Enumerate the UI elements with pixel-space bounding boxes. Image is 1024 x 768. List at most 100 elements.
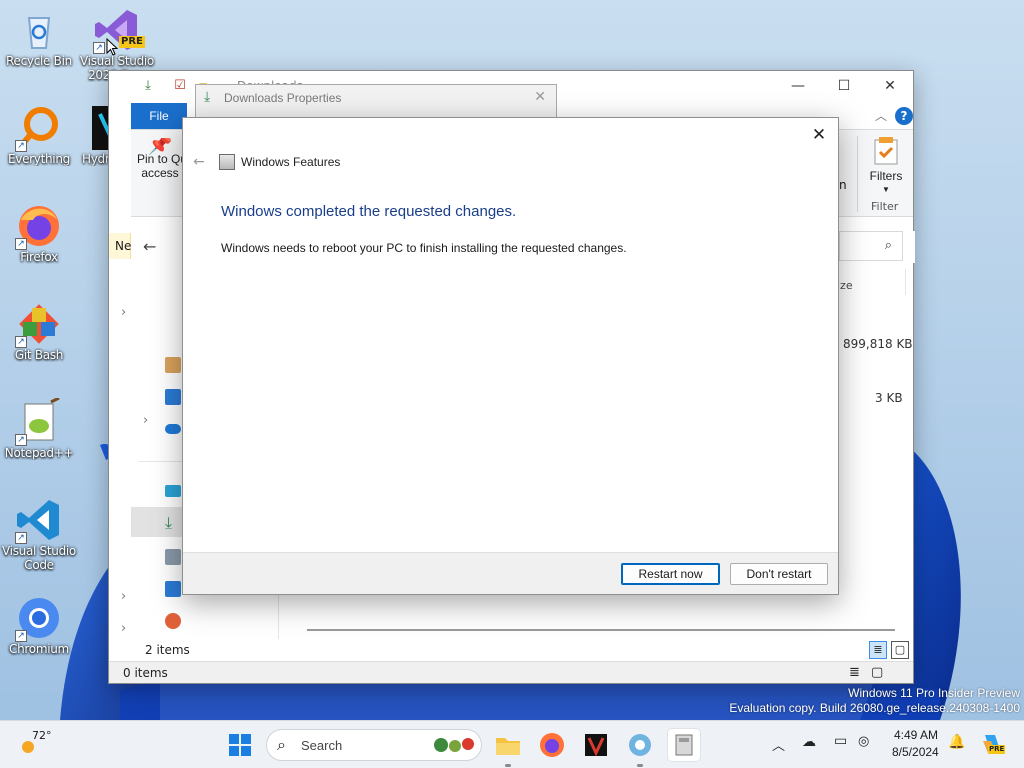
pin-to-quick-access-button[interactable]: 📌 Pin to Qu access — [137, 138, 183, 180]
gallery-icon[interactable] — [165, 389, 181, 405]
vscode-icon: ↗ — [15, 496, 63, 544]
desktop-icon-git-bash[interactable]: ↗ Git Bash — [0, 300, 78, 362]
shortcut-arrow-icon: ↗ — [15, 336, 27, 348]
taskbar: 72° ⌕ Search ︿ ☁ ▭ ◎ 4:49 AM 8/5/2024 🔔 … — [0, 720, 1024, 768]
taskbar-firefox[interactable] — [536, 729, 568, 761]
chevron-right-icon[interactable]: › — [121, 305, 126, 320]
desktop-icon-vscode[interactable]: ↗ Visual Studio Code — [0, 496, 78, 572]
chevron-right-icon[interactable]: › — [121, 621, 126, 636]
search-placeholder: Search — [301, 738, 343, 753]
size-column-header[interactable]: ize — [837, 279, 853, 292]
outer-status-bar: 0 items ≣ ▢ — [109, 661, 913, 683]
close-icon[interactable]: ✕ — [534, 89, 546, 105]
desktop-folder-icon[interactable] — [165, 485, 181, 497]
search-icon: ⌕ — [277, 735, 286, 754]
firefox-icon — [540, 733, 564, 757]
git-bash-icon: ↗ — [15, 300, 63, 348]
file-explorer-icon — [496, 738, 520, 755]
desktop-icon-notepad-plus-plus[interactable]: ↗ Notepad++ — [0, 396, 78, 460]
pin-icon: 📌 — [147, 138, 173, 156]
item-count: 2 items — [145, 643, 190, 657]
desktop-icon-label: Hydr — [82, 152, 108, 166]
desktop-icon-firefox[interactable]: ↗ Firefox — [0, 202, 78, 264]
home-icon[interactable] — [165, 357, 181, 373]
back-arrow-icon[interactable]: ← — [143, 237, 156, 256]
clock-date[interactable]: 8/5/2024 — [892, 745, 939, 759]
documents-icon[interactable] — [165, 549, 181, 565]
dont-restart-button[interactable]: Don't restart — [730, 563, 828, 585]
taskbar-search-box[interactable]: ⌕ Search — [266, 729, 482, 761]
taskbar-hydra[interactable] — [580, 729, 612, 761]
control-panel-icon — [629, 734, 651, 756]
network-icon[interactable]: ◎ — [858, 734, 869, 749]
item-count: 0 items — [123, 666, 168, 680]
horizontal-scrollbar[interactable] — [307, 629, 895, 631]
copilot-preview-badge: PRE — [988, 745, 1006, 754]
hydra-icon — [90, 104, 108, 152]
desktop-icon-label: Firefox — [20, 250, 58, 264]
start-button[interactable] — [224, 729, 256, 761]
taskbar-windows-features[interactable] — [668, 729, 700, 761]
properties-check-icon[interactable]: ☑ — [171, 77, 189, 95]
chevron-right-icon[interactable]: › — [143, 413, 148, 428]
copilot-button[interactable]: PRE — [980, 731, 1006, 757]
mouse-cursor-icon — [106, 38, 118, 56]
completion-heading: Windows completed the requested changes. — [221, 203, 517, 220]
onedrive-icon[interactable] — [165, 424, 181, 434]
download-icon[interactable]: ⤓ — [139, 77, 157, 95]
details-view-icon[interactable]: ≣ — [849, 662, 860, 684]
shortcut-arrow-icon: ↗ — [15, 532, 27, 544]
desktop-icon-label: Recycle Bin — [6, 54, 72, 68]
dialog-title: Windows Features — [241, 155, 341, 169]
desktop-icon-label: Chromium — [9, 642, 69, 656]
shortcut-arrow-icon: ↗ — [15, 630, 27, 642]
minimize-button[interactable]: — — [775, 71, 821, 101]
weather-temperature: 72° — [32, 729, 52, 742]
details-view-button[interactable]: ≣ — [869, 641, 887, 659]
clock-time[interactable]: 4:49 AM — [894, 728, 938, 742]
shortcut-arrow-icon: ↗ — [15, 238, 27, 250]
show-hidden-icons-chevron-icon[interactable]: ︿ — [772, 735, 785, 754]
properties-title: Downloads Properties — [224, 91, 342, 105]
dialog-footer: Restart now Don't restart — [183, 552, 838, 594]
back-arrow-icon[interactable]: ← — [191, 154, 207, 170]
desktop-icon-label: Visual Studio Code — [2, 544, 76, 572]
dropdown-caret-icon: ▼ — [882, 185, 890, 194]
taskbar-control-panel[interactable] — [624, 729, 656, 767]
display-icon[interactable]: ▭ — [834, 733, 847, 749]
chromium-icon: ↗ — [15, 594, 63, 642]
desktop-icon-label: Everything — [8, 152, 70, 166]
shortcut-arrow-icon: ↗ — [15, 434, 27, 446]
address-partial: Ne — [109, 233, 131, 259]
close-button[interactable]: ✕ — [806, 122, 832, 148]
search-box[interactable]: ⌕ — [839, 231, 903, 261]
desktop-icon-chromium[interactable]: ↗ Chromium — [0, 594, 78, 656]
file-size-cell: 3 KB — [875, 391, 903, 405]
large-icons-view-icon[interactable]: ▢ — [871, 662, 883, 684]
collapse-ribbon-icon[interactable]: ︿ — [875, 107, 887, 124]
filters-button[interactable]: Filters ▼ — [863, 136, 909, 197]
taskbar-file-explorer[interactable] — [492, 729, 524, 767]
desktop-icon-hydra[interactable]: Hydr — [78, 104, 108, 166]
desktop-icon-recycle-bin[interactable]: Recycle Bin — [0, 6, 78, 68]
everything-search-icon: ↗ — [15, 104, 63, 152]
search-highlight-icon — [434, 738, 474, 752]
onedrive-sync-icon[interactable]: ☁ — [802, 734, 816, 750]
file-tab[interactable]: File — [131, 103, 187, 129]
music-icon[interactable] — [165, 613, 181, 629]
pictures-icon[interactable] — [165, 581, 181, 597]
desktop-icon-everything[interactable]: ↗ Everything — [0, 104, 78, 166]
help-icon[interactable]: ? — [895, 107, 913, 125]
large-icons-view-button[interactable]: ▢ — [891, 641, 909, 659]
hydra-icon — [585, 734, 607, 757]
restart-now-button[interactable]: Restart now — [621, 563, 720, 585]
search-icon: ⌕ — [884, 238, 892, 253]
filter-group-label: Filter — [871, 200, 899, 213]
chevron-right-icon[interactable]: › — [121, 589, 126, 604]
weather-widget[interactable]: 72° — [14, 727, 64, 763]
close-button[interactable]: ✕ — [867, 71, 913, 101]
shortcut-arrow-icon: ↗ — [93, 42, 105, 54]
firefox-icon: ↗ — [15, 202, 63, 250]
notification-bell-icon[interactable]: 🔔 — [948, 734, 965, 750]
maximize-button[interactable]: ☐ — [821, 71, 867, 101]
